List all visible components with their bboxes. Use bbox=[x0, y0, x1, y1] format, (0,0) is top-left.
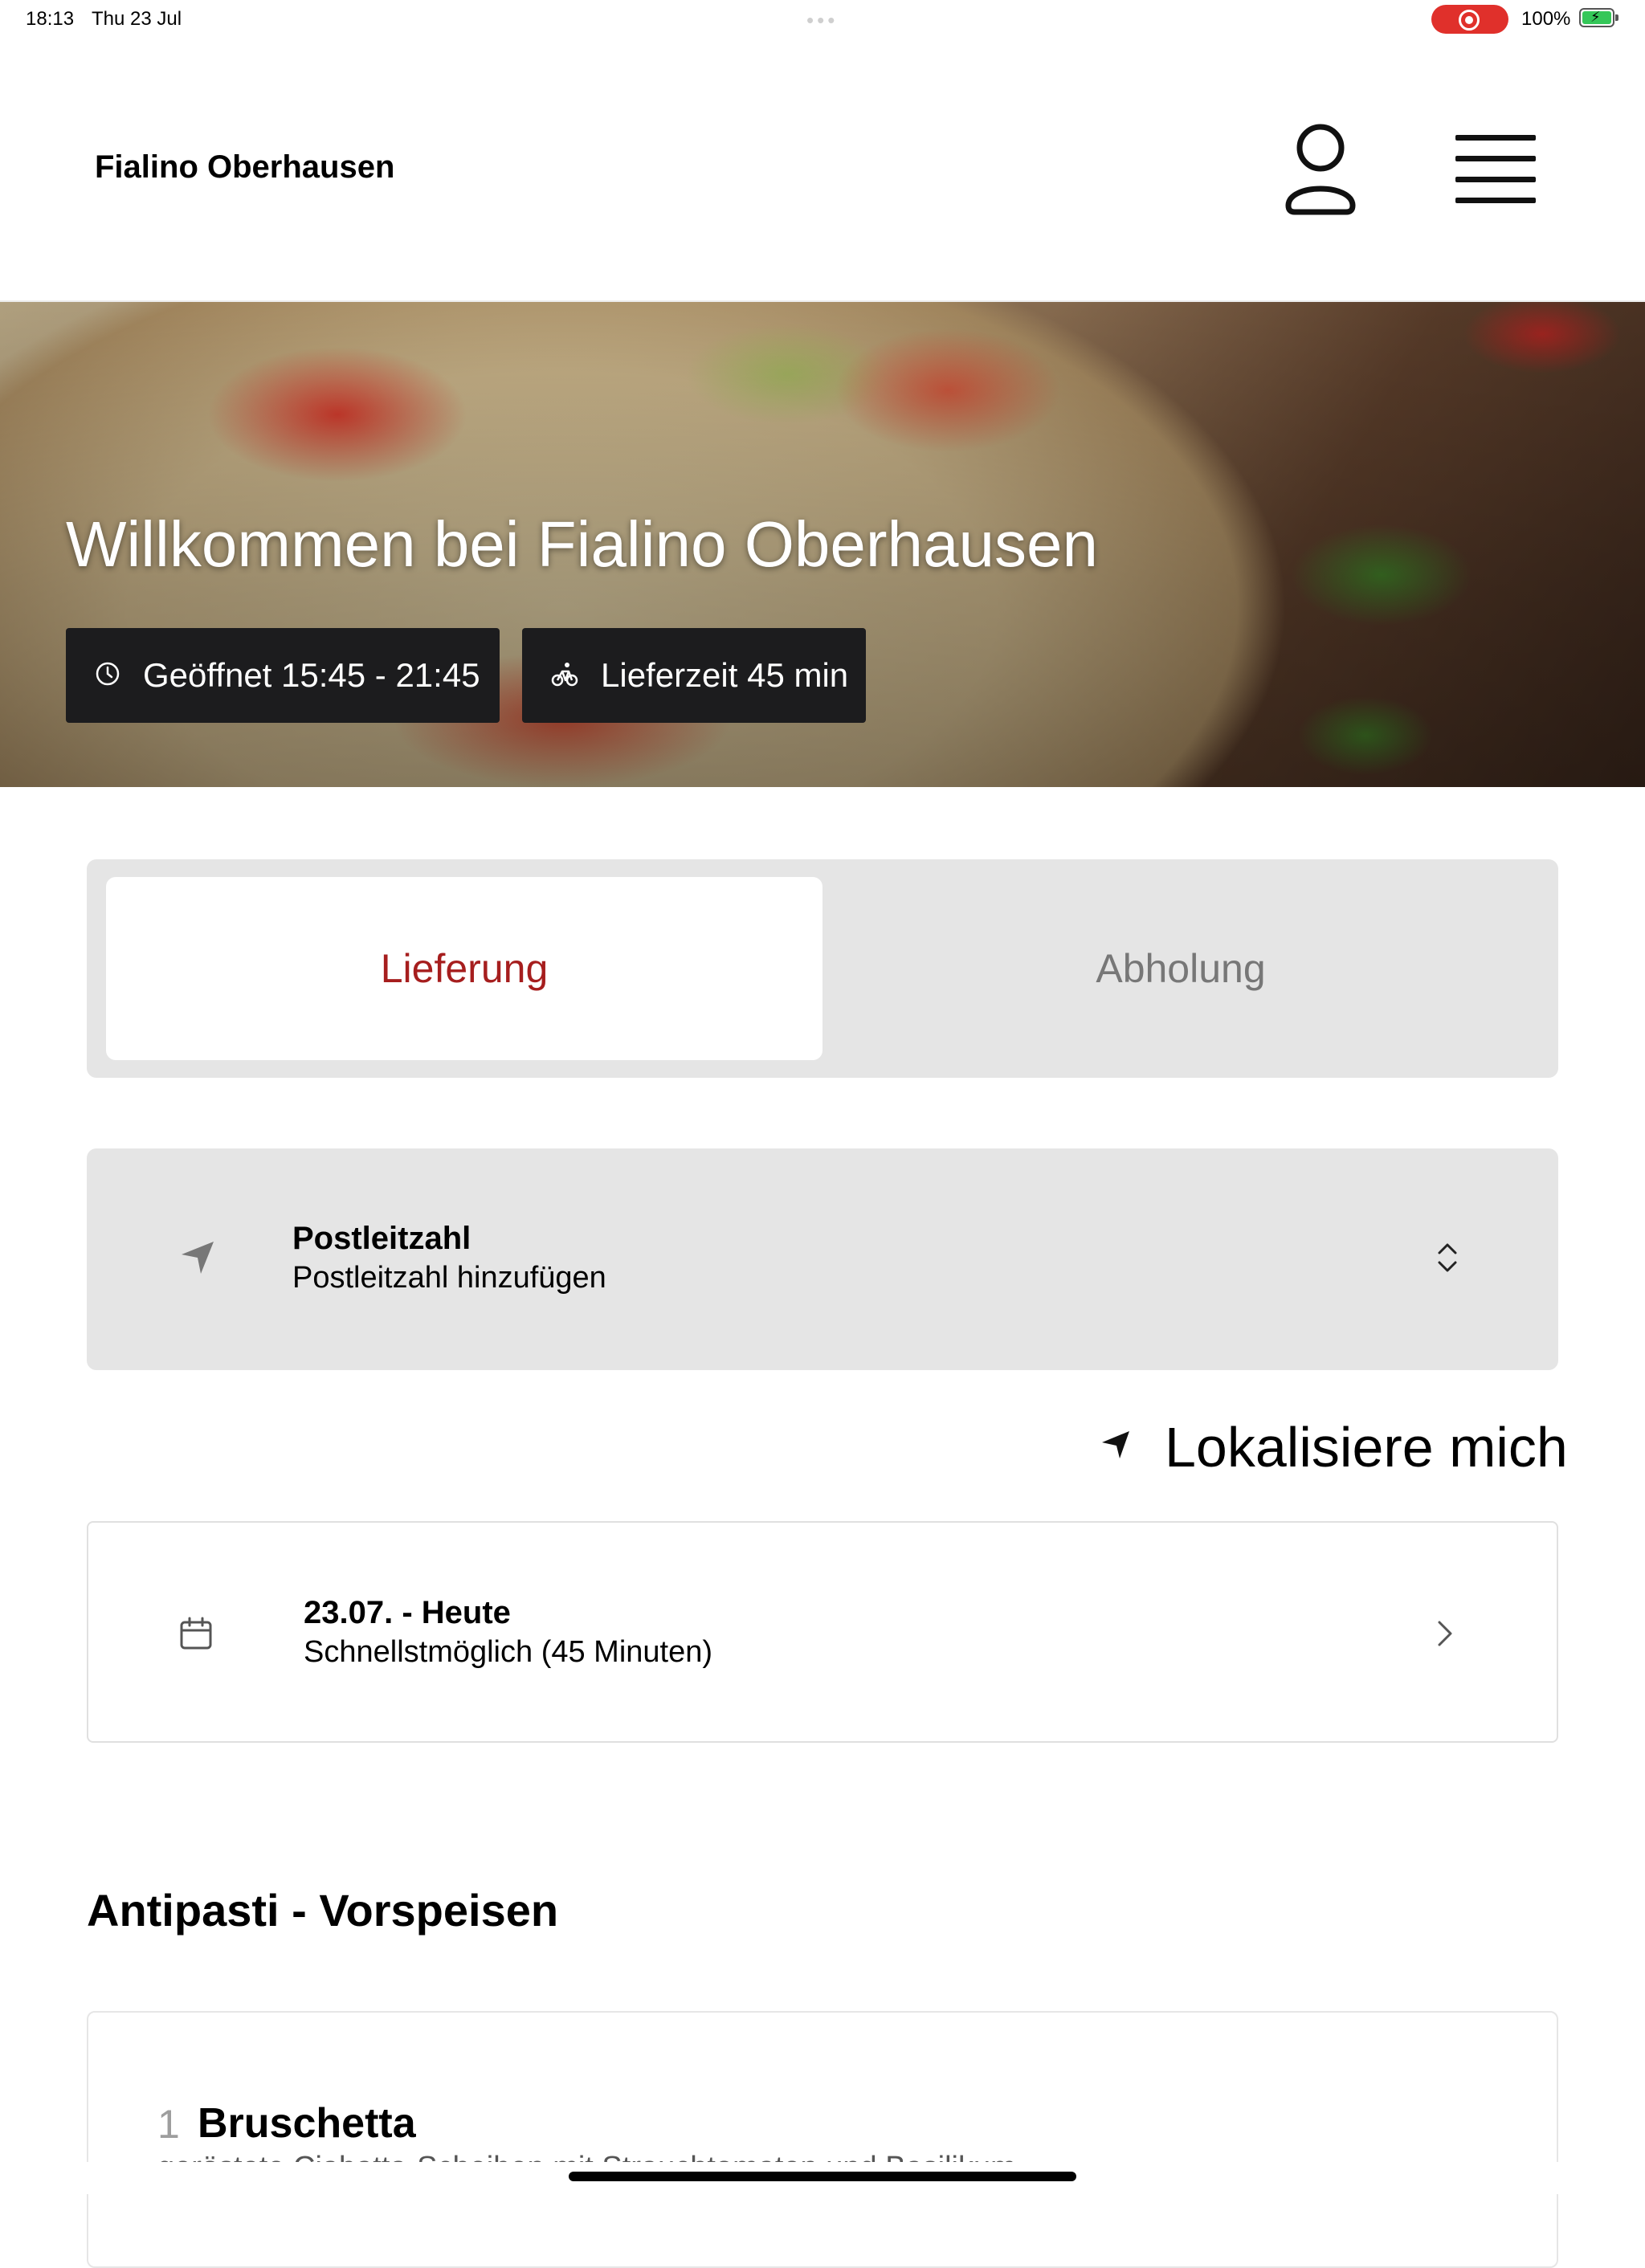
status-date: Thu 23 Jul bbox=[92, 8, 182, 30]
user-icon[interactable] bbox=[1284, 122, 1357, 217]
opening-hours-badge: Geöffnet 15:45 - 21:45 bbox=[66, 628, 500, 723]
delivery-time-text: Lieferzeit 45 min bbox=[601, 656, 849, 694]
chevron-right-icon[interactable] bbox=[1435, 1617, 1455, 1650]
opening-hours-text: Geöffnet 15:45 - 21:45 bbox=[143, 656, 480, 694]
menu-item-name[interactable]: Bruschetta bbox=[198, 2099, 416, 2148]
welcome-title: Willkommen bei Fialino Oberhausen bbox=[66, 508, 1098, 580]
tab-pickup[interactable]: Abholung bbox=[822, 877, 1539, 1060]
bicycle-icon bbox=[551, 660, 578, 691]
menu-item-number: 1 bbox=[157, 2102, 180, 2147]
postcode-placeholder[interactable]: Postleitzahl hinzufügen bbox=[292, 1261, 606, 1295]
menu-section-title: Antipasti - Vorspeisen bbox=[87, 1885, 559, 1936]
clock-icon bbox=[95, 661, 120, 691]
navigation-arrow-icon bbox=[177, 1237, 218, 1279]
tab-delivery[interactable]: Lieferung bbox=[106, 877, 822, 1060]
status-time: 18:13 bbox=[26, 8, 75, 30]
restaurant-name[interactable]: Fialino Oberhausen bbox=[95, 149, 394, 186]
screen-recording-icon[interactable] bbox=[1431, 5, 1508, 34]
chevron-up-down-icon[interactable] bbox=[1433, 1238, 1462, 1277]
location-arrow-icon[interactable] bbox=[1099, 1428, 1133, 1462]
hamburger-menu-icon[interactable] bbox=[1455, 135, 1536, 204]
locate-me-button[interactable]: Lokalisiere mich bbox=[1165, 1415, 1568, 1479]
delivery-time-option: Schnellstmöglich (45 Minuten) bbox=[304, 1635, 713, 1669]
delivery-time-badge: Lieferzeit 45 min bbox=[522, 628, 866, 723]
multitasking-dots-icon[interactable]: ••• bbox=[806, 8, 838, 33]
postcode-field[interactable] bbox=[87, 1148, 1558, 1370]
postcode-label: Postleitzahl bbox=[292, 1221, 471, 1256]
home-indicator[interactable] bbox=[569, 2172, 1076, 2181]
battery-percent: 100% bbox=[1521, 8, 1571, 30]
calendar-icon bbox=[178, 1616, 214, 1651]
delivery-slot-selector[interactable] bbox=[87, 1521, 1558, 1743]
delivery-date: 23.07. - Heute bbox=[304, 1595, 511, 1630]
battery-icon: ⚡ bbox=[1579, 8, 1618, 27]
